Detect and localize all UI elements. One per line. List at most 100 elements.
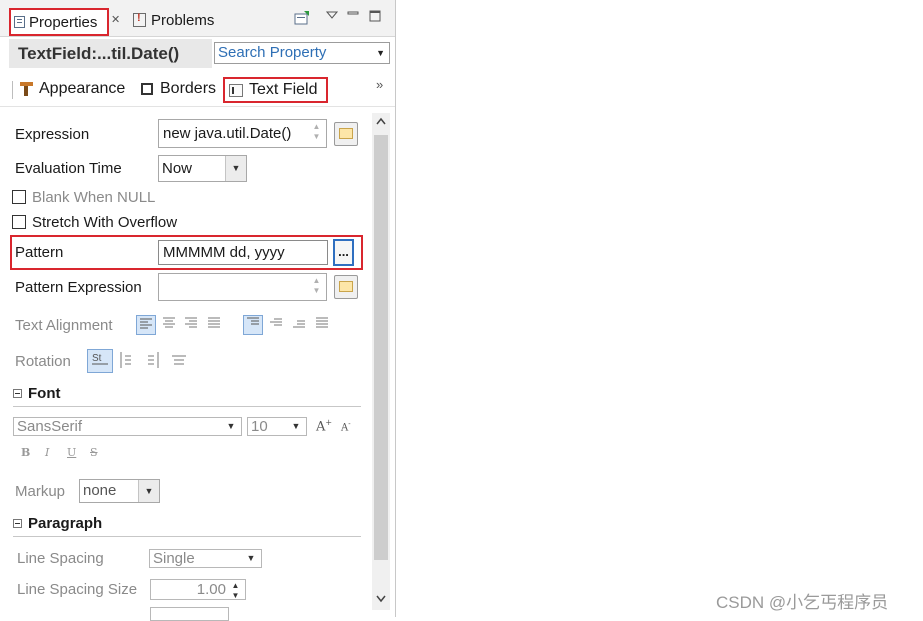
line-spacing-size-value: 1.00 xyxy=(196,581,226,598)
divider xyxy=(12,81,13,99)
bold-button[interactable]: B xyxy=(21,446,30,459)
font-family-value: SansSerif xyxy=(17,418,83,435)
align-justify-icon[interactable] xyxy=(204,315,224,335)
search-placeholder: Search Property xyxy=(218,44,327,61)
align-top-icon[interactable] xyxy=(243,315,263,335)
spinner-icon[interactable]: ▲ ▼ xyxy=(309,276,324,296)
chevron-down-icon: ▼ xyxy=(221,418,241,435)
new-view-icon[interactable] xyxy=(294,11,310,28)
pattern-browse-button[interactable]: ... xyxy=(333,239,354,266)
properties-icon xyxy=(14,16,25,28)
close-icon[interactable]: ✕ xyxy=(111,13,120,26)
rotation-upside-down-icon[interactable] xyxy=(168,350,190,372)
tab-borders-label: Borders xyxy=(160,80,217,97)
divider xyxy=(13,406,361,407)
svg-text:St: St xyxy=(92,353,102,364)
tab-problems-label: Problems xyxy=(151,11,215,29)
tab-appearance[interactable]: Appearance xyxy=(20,78,125,100)
pattern-label: Pattern xyxy=(15,244,64,261)
chevron-down-icon: ▼ xyxy=(225,156,246,181)
pattern-expression-label: Pattern Expression xyxy=(15,279,142,296)
line-spacing-size-label: Line Spacing Size xyxy=(17,581,138,598)
tab-problems[interactable]: Problems xyxy=(133,8,214,32)
tab-appearance-label: Appearance xyxy=(39,80,126,97)
align-middle-icon[interactable] xyxy=(266,315,286,335)
expression-editor-button[interactable] xyxy=(334,122,358,146)
font-size-select[interactable]: 10 ▼ xyxy=(247,417,307,436)
view-menu-icon[interactable] xyxy=(325,9,339,23)
pattern-expression-field[interactable]: ▲ ▼ xyxy=(158,273,327,301)
italic-button[interactable]: I xyxy=(45,446,49,459)
expression-field[interactable]: new java.util.Date() ▲ ▼ xyxy=(158,119,327,148)
rotation-right-icon[interactable] xyxy=(143,350,163,372)
scrollbar-thumb[interactable] xyxy=(374,135,388,560)
rotation-none-icon[interactable]: St xyxy=(87,349,113,373)
font-heading: Font xyxy=(28,385,61,402)
maximize-icon[interactable] xyxy=(369,10,381,25)
spinner-icon[interactable]: ▲ ▼ xyxy=(309,122,324,142)
line-spacing-value: Single xyxy=(153,550,195,567)
scroll-up-icon[interactable] xyxy=(376,117,386,128)
tab-text-field[interactable]: Text Field xyxy=(223,77,328,103)
align-left-icon[interactable] xyxy=(136,315,156,335)
font-shrink-button[interactable]: A- xyxy=(341,420,351,433)
pattern-value: MMMMM dd, yyyy xyxy=(163,244,285,261)
search-property-field[interactable]: Search Property ▼ xyxy=(214,42,390,64)
more-tabs-icon[interactable]: » xyxy=(376,77,383,92)
line-spacing-size-field[interactable]: 1.00 ▲ ▼ xyxy=(150,579,246,600)
rotation-label: Rotation xyxy=(15,353,71,370)
align-right-icon[interactable] xyxy=(181,315,201,335)
chevron-down-icon[interactable]: ▼ xyxy=(376,43,385,63)
evaluation-time-select[interactable]: Now ▼ xyxy=(158,155,247,182)
stretch-with-overflow-label: Stretch With Overflow xyxy=(32,214,178,231)
expression-label: Expression xyxy=(15,126,90,143)
chevron-down-icon: ▼ xyxy=(138,480,159,502)
blank-when-null-label: Blank When NULL xyxy=(32,189,156,206)
tab-text-field-label: Text Field xyxy=(249,81,318,98)
collapse-icon[interactable] xyxy=(13,389,22,398)
tab-properties-label: Properties xyxy=(29,13,98,31)
next-field[interactable] xyxy=(150,607,229,621)
tab-properties[interactable]: Properties xyxy=(9,8,109,36)
spinner-icon[interactable]: ▲ ▼ xyxy=(228,581,243,599)
problems-icon xyxy=(133,12,146,27)
paragraph-heading: Paragraph xyxy=(28,515,103,532)
paragraph-section-header[interactable]: Paragraph xyxy=(13,515,102,532)
divider xyxy=(13,536,361,537)
markup-select[interactable]: none ▼ xyxy=(79,479,160,503)
line-spacing-label: Line Spacing xyxy=(17,550,104,567)
watermark: CSDN @小乞丐程序员 xyxy=(716,593,889,612)
font-size-value: 10 xyxy=(251,418,268,435)
evaluation-time-label: Evaluation Time xyxy=(15,160,122,177)
pattern-expression-editor-button[interactable] xyxy=(334,275,358,299)
borders-icon xyxy=(141,83,153,95)
properties-panel: Properties ✕ Problems TextField:...til.D… xyxy=(0,0,396,621)
font-section-header[interactable]: Font xyxy=(13,385,60,402)
font-family-select[interactable]: SansSerif ▼ xyxy=(13,417,242,436)
align-bottom-icon[interactable] xyxy=(289,315,309,335)
chevron-down-icon: ▼ xyxy=(286,418,306,435)
appearance-icon xyxy=(20,82,33,96)
collapse-icon[interactable] xyxy=(13,519,22,528)
stretch-with-overflow-checkbox[interactable] xyxy=(12,215,26,229)
tab-borders[interactable]: Borders xyxy=(141,78,216,100)
font-grow-label: A xyxy=(316,419,326,435)
scroll-down-icon[interactable] xyxy=(376,595,386,606)
align-center-icon[interactable] xyxy=(159,315,179,335)
markup-label: Markup xyxy=(15,483,66,500)
blank-when-null-checkbox[interactable] xyxy=(12,190,26,204)
chevron-down-icon: ▼ xyxy=(241,550,261,567)
view-tab-bar: Properties ✕ Problems xyxy=(0,0,395,37)
vertical-scrollbar[interactable] xyxy=(372,113,390,610)
underline-button[interactable]: U xyxy=(67,446,76,459)
minimize-icon[interactable] xyxy=(347,8,359,22)
text-alignment-label: Text Alignment xyxy=(15,317,113,334)
line-spacing-select[interactable]: Single ▼ xyxy=(149,549,262,568)
align-justified-vertical-icon[interactable] xyxy=(312,315,332,335)
font-grow-button[interactable]: A+ xyxy=(316,418,332,434)
pattern-field[interactable]: MMMMM dd, yyyy xyxy=(158,240,328,265)
strikethrough-button[interactable]: S xyxy=(90,446,98,459)
title-row: TextField:...til.Date() Search Property … xyxy=(0,37,395,70)
rotation-left-icon[interactable] xyxy=(116,350,136,372)
evaluation-time-value: Now xyxy=(162,160,193,177)
